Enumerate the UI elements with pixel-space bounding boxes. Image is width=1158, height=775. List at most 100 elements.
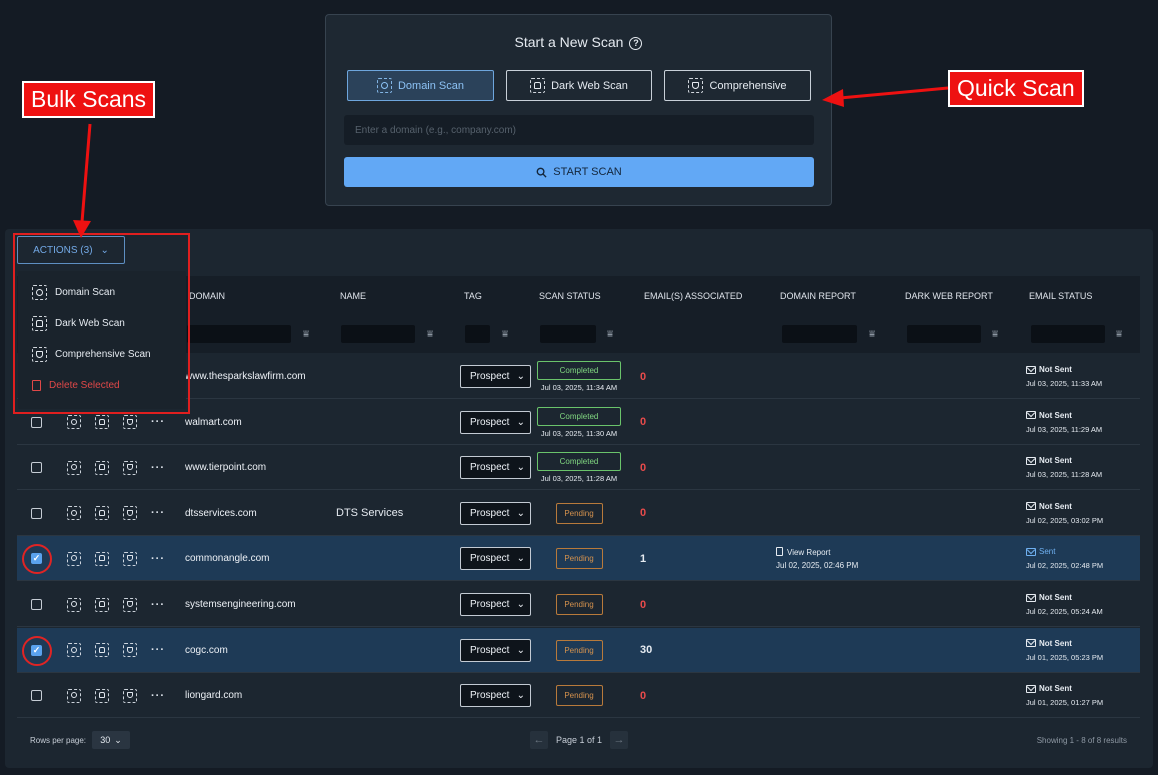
email-status-cell: Sent Jul 02, 2025, 02:48 PM	[1026, 536, 1103, 581]
status-badge: Pending	[555, 639, 603, 661]
comprehensive-scan-icon[interactable]	[123, 643, 137, 658]
column-domain[interactable]: DOMAIN	[189, 291, 225, 301]
row-checkbox-cell[interactable]	[31, 673, 42, 718]
row-checkbox[interactable]	[31, 599, 42, 610]
previous-page-button[interactable]: ←	[530, 731, 548, 749]
status-filter-input[interactable]	[540, 325, 596, 343]
more-options-icon[interactable]: ···	[151, 644, 165, 656]
domain-cell[interactable]: liongard.com	[185, 673, 242, 718]
filter-icon[interactable]: ⩸	[607, 329, 613, 340]
domain-cell[interactable]: www.thesparkslawfirm.com	[185, 354, 306, 399]
tag-select[interactable]: Prospect ⌄	[460, 410, 531, 434]
table-row[interactable]: ✓ ··· cogc.com Prospect ⌄ Pending 30 Not Sent Ju…	[17, 627, 1140, 673]
email-status-date: Jul 03, 2025, 11:33 AM	[1026, 379, 1103, 388]
row-checkbox[interactable]	[31, 462, 42, 474]
tag-select[interactable]: Prospect ⌄	[460, 456, 531, 480]
email-status: Not Sent	[1026, 365, 1072, 374]
column-domain-report[interactable]: DOMAIN REPORT	[780, 291, 856, 301]
more-options-icon[interactable]: ···	[151, 599, 165, 611]
table-row[interactable]: ✓ ··· commonangle.com Prospect ⌄ Pending 1 View…	[17, 536, 1140, 582]
row-checkbox-cell[interactable]	[31, 445, 42, 490]
comprehensive-scan-icon[interactable]	[123, 688, 137, 703]
row-checkbox[interactable]	[31, 416, 42, 428]
domain-scan-type-button[interactable]: Domain Scan	[347, 70, 494, 101]
row-checkbox[interactable]	[31, 507, 42, 519]
domain-cell[interactable]: dtsservices.com	[185, 491, 257, 536]
row-checkbox-cell[interactable]	[31, 582, 42, 627]
quick-scan-card: Start a New Scan? Domain Scan Dark Web S…	[325, 14, 832, 206]
domain-cell[interactable]: cogc.com	[185, 628, 228, 673]
table-row[interactable]: ··· dtsservices.com DTS Services Prospect ⌄ P…	[17, 490, 1140, 536]
filter-icon[interactable]: ⩸	[502, 329, 508, 340]
rows-per-page-select[interactable]: 30 ⌄	[92, 731, 131, 749]
next-page-button[interactable]: →	[610, 731, 629, 749]
domain-scan-icon[interactable]	[67, 597, 81, 612]
tag-select[interactable]: Prospect ⌄	[460, 684, 531, 708]
comprehensive-scan-type-button[interactable]: Comprehensive	[664, 70, 811, 101]
domain-input[interactable]	[344, 115, 814, 145]
more-options-icon[interactable]: ···	[151, 690, 165, 702]
filter-icon[interactable]: ⩸	[427, 329, 433, 340]
domain-scan-icon[interactable]	[67, 643, 81, 658]
column-dark-web-report[interactable]: DARK WEB REPORT	[905, 291, 993, 301]
dark-web-scan-icon[interactable]	[95, 551, 109, 566]
start-scan-button[interactable]: START SCAN	[344, 157, 814, 187]
domain-scan-icon[interactable]	[67, 506, 81, 521]
filter-icon[interactable]: ⩸	[992, 329, 998, 340]
table-row[interactable]: ··· systemsengineering.com Prospect ⌄ Pendin…	[17, 582, 1140, 627]
row-checkbox-cell[interactable]	[31, 491, 42, 536]
column-emails-associated[interactable]: EMAIL(S) ASSOCIATED	[644, 291, 742, 301]
domain-cell[interactable]: systemsengineering.com	[185, 582, 296, 627]
column-name[interactable]: NAME	[340, 291, 366, 301]
tag-select[interactable]: Prospect ⌄	[460, 365, 531, 388]
table-row[interactable]: ··· liongard.com Prospect ⌄ Pending 0 Not Sent…	[17, 673, 1140, 719]
filter-icon[interactable]: ⩸	[869, 329, 875, 340]
domain-scan-icon[interactable]	[67, 415, 81, 430]
more-options-icon[interactable]: ···	[151, 553, 165, 565]
column-email-status[interactable]: EMAIL STATUS	[1029, 291, 1092, 301]
more-options-icon[interactable]: ···	[151, 416, 165, 428]
domain-report-filter-input[interactable]	[782, 325, 857, 343]
column-tag[interactable]: TAG	[464, 291, 482, 301]
dark-web-scan-icon[interactable]	[95, 460, 109, 475]
domain-scan-icon[interactable]	[67, 551, 81, 566]
dark-web-scan-icon[interactable]	[95, 643, 109, 658]
comprehensive-scan-icon[interactable]	[123, 506, 137, 521]
email-status-cell: Not Sent Jul 01, 2025, 05:23 PM	[1026, 628, 1103, 673]
email-status-filter-input[interactable]	[1031, 325, 1105, 343]
domain-cell[interactable]: commonangle.com	[185, 536, 269, 581]
domain-cell[interactable]: walmart.com	[185, 400, 242, 445]
tag-select[interactable]: Prospect ⌄	[460, 593, 531, 616]
dark-web-scan-icon[interactable]	[95, 415, 109, 430]
domain-scan-icon[interactable]	[67, 688, 81, 703]
filter-icon[interactable]: ⩸	[303, 329, 309, 340]
column-scan-status[interactable]: SCAN STATUS	[539, 291, 601, 301]
domain-cell[interactable]: www.tierpoint.com	[185, 445, 266, 490]
tag-select[interactable]: Prospect ⌄	[460, 547, 531, 571]
help-icon[interactable]: ?	[629, 37, 643, 50]
dark-web-report-filter-input[interactable]	[907, 325, 981, 343]
tag-select[interactable]: Prospect ⌄	[460, 501, 531, 525]
results-count: Showing 1 - 8 of 8 results	[1036, 736, 1127, 745]
more-options-icon[interactable]: ···	[151, 462, 165, 474]
comprehensive-scan-icon[interactable]	[123, 460, 137, 475]
domain-scan-icon[interactable]	[67, 460, 81, 475]
tag-filter-input[interactable]	[465, 325, 490, 343]
table-row[interactable]: ··· www.tierpoint.com Prospect ⌄ Completed Ju…	[17, 445, 1140, 491]
dark-web-scan-type-button[interactable]: Dark Web Scan	[506, 70, 652, 101]
dark-web-scan-icon[interactable]	[95, 506, 109, 521]
domain-filter-input[interactable]	[187, 325, 291, 343]
name-filter-input[interactable]	[341, 325, 415, 343]
comprehensive-scan-icon[interactable]	[123, 551, 137, 566]
tag-select[interactable]: Prospect ⌄	[460, 638, 531, 662]
comprehensive-scan-icon[interactable]	[123, 597, 137, 612]
rows-per-page: Rows per page: 30 ⌄	[30, 731, 131, 749]
domain-report-cell: View Report Jul 02, 2025, 02:46 PM	[776, 536, 858, 581]
filter-icon[interactable]: ⩸	[1116, 329, 1122, 340]
row-checkbox[interactable]	[31, 690, 42, 702]
view-report-link[interactable]: View Report	[776, 547, 830, 557]
more-options-icon[interactable]: ···	[151, 507, 165, 519]
dark-web-scan-icon[interactable]	[95, 597, 109, 612]
dark-web-scan-icon[interactable]	[95, 688, 109, 703]
comprehensive-scan-icon[interactable]	[123, 415, 137, 430]
